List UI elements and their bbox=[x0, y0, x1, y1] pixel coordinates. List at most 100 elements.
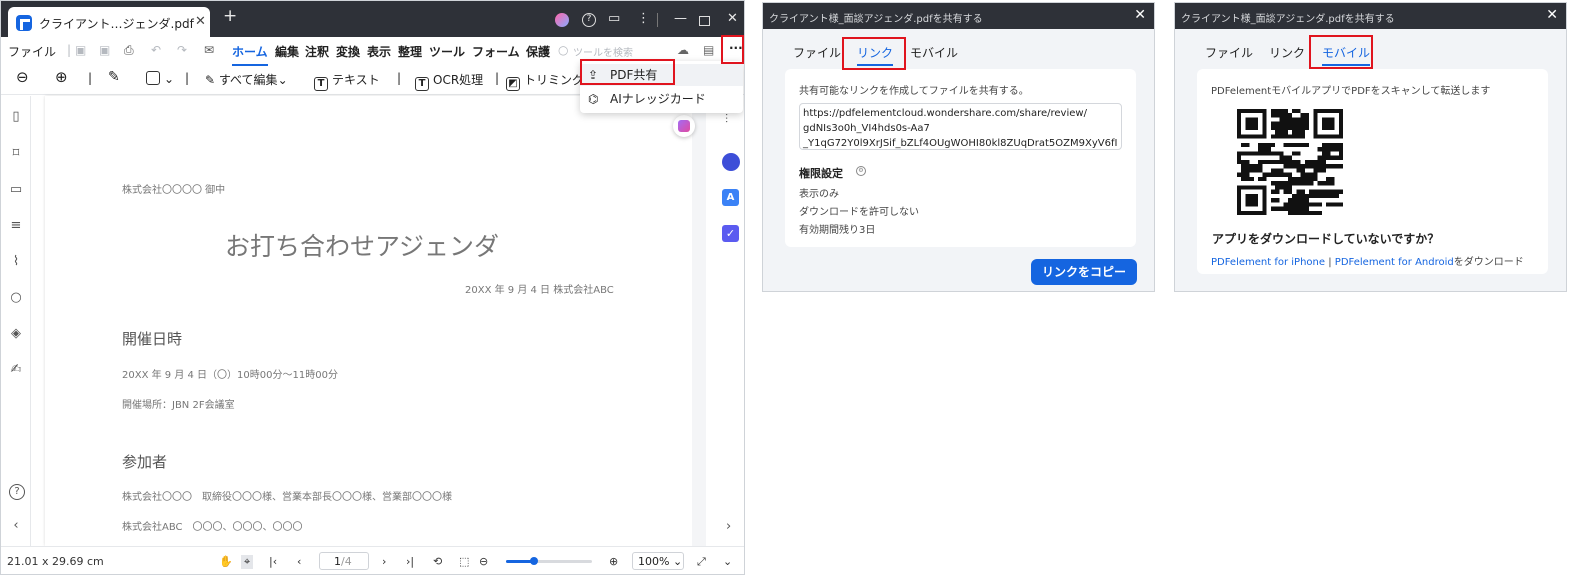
save-icon[interactable]: ▣ bbox=[75, 43, 86, 57]
download-links: PDFelement for iPhone | PDFelement for A… bbox=[1211, 257, 1524, 268]
dialog-title-bar: クライアント様_面談アジェンダ.pdfを共有する ✕ bbox=[763, 3, 1154, 29]
inbox-icon[interactable]: ▤ bbox=[703, 43, 714, 57]
next-page-icon[interactable]: › bbox=[382, 555, 386, 568]
properties-icon[interactable]: ⫶ bbox=[725, 112, 728, 127]
menu-form[interactable]: フォーム bbox=[472, 43, 520, 60]
tab-mobile[interactable]: モバイル bbox=[910, 44, 958, 61]
crop-icon: ◩ bbox=[506, 77, 520, 91]
collapse-right-icon[interactable]: › bbox=[726, 519, 731, 534]
menu-edit[interactable]: 編集 bbox=[275, 43, 299, 60]
iphone-app-link[interactable]: PDFelement for iPhone bbox=[1211, 257, 1325, 268]
ai-chat-icon[interactable] bbox=[722, 153, 740, 171]
tool-search-input[interactable]: ツールを検索 bbox=[573, 44, 633, 59]
select-tool-icon[interactable]: ⌖ bbox=[241, 555, 254, 569]
vertical-scrollbar[interactable] bbox=[692, 96, 706, 546]
save-as-icon[interactable]: ▣ bbox=[99, 43, 110, 57]
signature-icon[interactable]: ✍ bbox=[9, 363, 23, 377]
last-page-icon[interactable]: ›| bbox=[406, 555, 414, 568]
pdf-page: 株式会社〇〇〇〇 御中 お打ち合わせアジェンダ 20XX 年 9 月 4 日 株… bbox=[45, 96, 692, 546]
fullscreen-icon[interactable]: ⤢ bbox=[697, 555, 706, 569]
tab-file[interactable]: ファイル bbox=[793, 44, 841, 61]
share-url-field[interactable]: https://pdfelementcloud.wondershare.com/… bbox=[799, 103, 1122, 150]
page-size-label: 21.01 x 29.69 cm bbox=[7, 555, 104, 568]
menu-protect[interactable]: 保護 bbox=[526, 43, 550, 60]
doc-place: 開催場所：JBN 2F会議室 bbox=[122, 400, 235, 411]
maximize-icon[interactable] bbox=[699, 16, 710, 26]
close-tab-icon[interactable]: ✕ bbox=[195, 14, 206, 29]
rotate-icon[interactable]: ⟲ bbox=[433, 555, 442, 568]
menu-file[interactable]: ファイル bbox=[8, 43, 56, 60]
menu-tools[interactable]: ツール bbox=[429, 43, 465, 60]
mobile-card: PDFelementモバイルアプリでPDFをスキャンして転送します アプリをダウ… bbox=[1197, 69, 1548, 274]
hand-tool-icon[interactable]: ✋ bbox=[219, 555, 233, 568]
avatar[interactable] bbox=[555, 13, 569, 27]
zoom-select[interactable]: 100% ⌄ bbox=[632, 552, 684, 570]
text-button[interactable]: T テキスト bbox=[314, 71, 380, 91]
menu-convert[interactable]: 変換 bbox=[336, 43, 360, 60]
cloud-upload-icon[interactable]: ☁ bbox=[677, 43, 689, 57]
permission-item: 表示のみ bbox=[799, 189, 839, 200]
app-logo-icon bbox=[16, 15, 32, 31]
redo-icon[interactable]: ↷ bbox=[177, 43, 187, 57]
check-task-icon[interactable]: ✓ bbox=[722, 225, 739, 242]
ai-assistant-float-button[interactable] bbox=[673, 115, 695, 137]
search-icon[interactable]: ○ bbox=[9, 291, 23, 305]
menu-annotate[interactable]: 注釈 bbox=[305, 43, 329, 60]
close-window-icon[interactable]: ✕ bbox=[727, 11, 738, 27]
zoom-in-icon[interactable]: ⊕ bbox=[55, 68, 68, 86]
trim-button[interactable]: ◩ トリミング bbox=[506, 71, 584, 91]
help-icon[interactable]: ? bbox=[9, 484, 25, 500]
new-tab-icon[interactable]: + bbox=[223, 8, 237, 25]
layers-list-icon[interactable]: ≡ bbox=[9, 219, 23, 233]
ai-icon bbox=[678, 120, 690, 132]
tab-file[interactable]: ファイル bbox=[1205, 44, 1253, 61]
translate-icon[interactable]: A bbox=[722, 189, 739, 206]
ocr-icon: T bbox=[415, 77, 429, 91]
zoom-slider-handle[interactable] bbox=[530, 557, 539, 565]
menu-organize[interactable]: 整理 bbox=[398, 43, 422, 60]
menu-home[interactable]: ホーム bbox=[232, 43, 268, 66]
dialog-title-bar: クライアント様_面談アジェンダ.pdfを共有する ✕ bbox=[1175, 3, 1566, 29]
close-icon[interactable]: ✕ bbox=[1546, 7, 1558, 23]
edit-all-button[interactable]: ✎ すべて編集⌄ bbox=[205, 71, 288, 88]
undo-icon[interactable]: ↶ bbox=[151, 43, 161, 57]
search-icon: ○ bbox=[558, 43, 569, 57]
expand-icon[interactable]: ⌄ bbox=[723, 555, 732, 568]
fit-icon[interactable]: ⬚ bbox=[459, 555, 469, 568]
minimize-icon[interactable]: — bbox=[674, 11, 687, 27]
close-icon[interactable]: ✕ bbox=[1134, 7, 1146, 23]
mail-icon[interactable]: ✉ bbox=[204, 43, 214, 57]
more-vertical-icon[interactable]: ⋮ bbox=[637, 11, 650, 27]
first-page-icon[interactable]: |‹ bbox=[269, 555, 277, 568]
text-icon: T bbox=[314, 77, 328, 91]
android-app-link[interactable]: PDFelement for Android bbox=[1335, 257, 1454, 268]
bookmark-icon[interactable]: ⌑ bbox=[9, 147, 23, 161]
menu-view[interactable]: 表示 bbox=[367, 43, 391, 60]
highlight-icon[interactable]: ✎ bbox=[108, 69, 120, 85]
prev-page-icon[interactable]: ‹ bbox=[297, 555, 301, 568]
permission-title: 権限設定 bbox=[799, 167, 843, 180]
comment-icon[interactable]: ▭ bbox=[9, 183, 23, 197]
tab-link[interactable]: リンク bbox=[1269, 44, 1305, 61]
help-icon[interactable]: ? bbox=[582, 13, 596, 27]
zoom-slider[interactable] bbox=[506, 557, 592, 565]
document-tab[interactable]: クライアント…ジェンダ.pdf ✕ bbox=[8, 7, 210, 37]
collapse-left-icon[interactable]: ‹ bbox=[9, 519, 23, 533]
page-thumbnail-icon[interactable]: ▯ bbox=[9, 110, 23, 124]
doc-attendees: 株式会社ABC 〇〇〇、〇〇〇、〇〇〇 bbox=[122, 522, 303, 533]
zoom-in-small-icon[interactable]: ⊕ bbox=[609, 555, 618, 568]
page-number-input[interactable]: 1/4 bbox=[319, 552, 369, 570]
settings-gear-icon[interactable]: ⚙ bbox=[856, 166, 866, 176]
layers-icon[interactable]: ◈ bbox=[9, 327, 23, 341]
print-icon[interactable]: ⎙ bbox=[124, 43, 134, 58]
shape-icon[interactable]: ⌄ bbox=[146, 71, 174, 86]
zoom-out-small-icon[interactable]: ⊖ bbox=[479, 555, 488, 568]
feedback-icon[interactable]: ▭ bbox=[608, 11, 620, 27]
ai-knowledge-card-menu-item[interactable]: ⌬ AIナレッジカード bbox=[580, 88, 743, 110]
ocr-button[interactable]: T OCR処理 bbox=[415, 71, 483, 91]
copy-link-button[interactable]: リンクをコピー bbox=[1031, 259, 1137, 285]
attachment-icon[interactable]: ⌇ bbox=[9, 255, 23, 269]
zoom-out-icon[interactable]: ⊖ bbox=[16, 68, 29, 86]
doc-title: お打ち合わせアジェンダ bbox=[225, 232, 500, 261]
divider: | bbox=[495, 71, 500, 85]
